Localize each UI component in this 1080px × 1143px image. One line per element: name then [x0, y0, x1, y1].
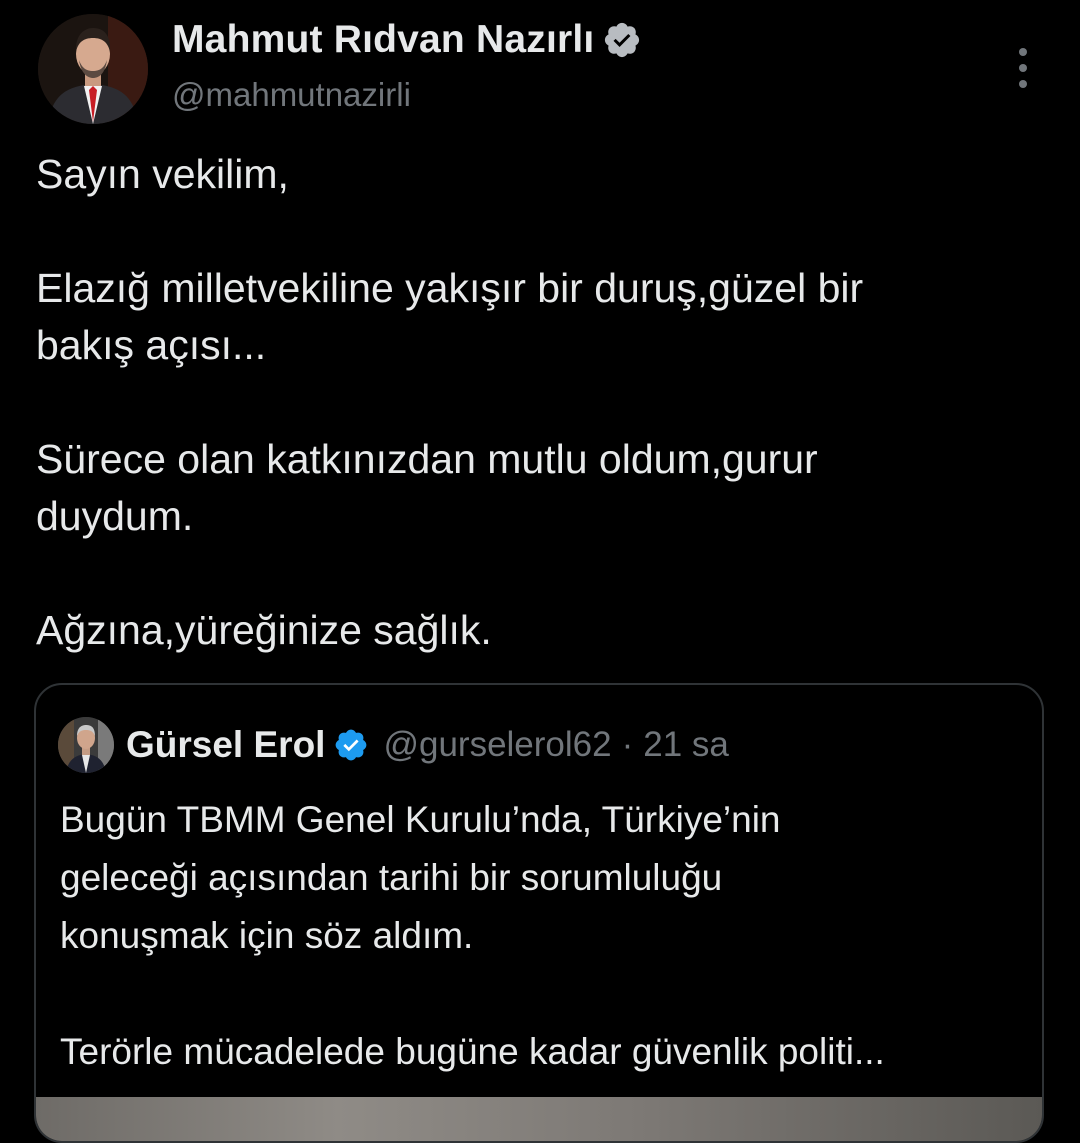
tweet-text-line: Ağzına,yüreğinize sağlık.	[36, 607, 492, 653]
tweet-text-line: Sürece olan katkınızdan mutlu oldum,guru…	[36, 436, 818, 482]
verified-badge-icon[interactable]	[333, 727, 369, 763]
author-name-row: Mahmut Rıdvan Nazırlı	[172, 16, 642, 64]
more-dot	[1019, 48, 1027, 56]
author-display-name[interactable]: Mahmut Rıdvan Nazırlı	[172, 18, 594, 62]
quoted-author-avatar[interactable]	[58, 717, 114, 773]
tweet-text-line: bakış açısı...	[36, 322, 267, 368]
separator-dot: ·	[621, 725, 634, 764]
author-handle[interactable]: @mahmutnazirli	[172, 76, 411, 114]
tweet-text-line: Elazığ milletvekiline yakışır bir duruş,…	[36, 265, 864, 311]
quoted-author-handle[interactable]: @gurselerol62	[383, 725, 611, 765]
quoted-text-line: Bugün TBMM Genel Kurulu’nda, Türkiye’nin	[60, 799, 781, 840]
profile-photo-icon	[38, 14, 148, 124]
quoted-tweet-timestamp[interactable]: 21 sa	[643, 725, 729, 765]
tweet-text: Sayın vekilim, Elazığ milletvekiline yak…	[36, 146, 1036, 659]
quoted-author-name[interactable]: Gürsel Erol	[126, 724, 325, 766]
tweet-text-line: Sayın vekilim,	[36, 151, 289, 197]
profile-photo-icon	[58, 717, 114, 773]
verified-badge-icon[interactable]	[602, 20, 642, 60]
quoted-text-line: Terörle mücadelede bugüne kadar güvenlik…	[60, 1031, 885, 1072]
author-avatar[interactable]	[38, 14, 148, 124]
quoted-tweet-text: Bugün TBMM Genel Kurulu’nda, Türkiye’nin…	[60, 791, 1030, 1081]
tweet-text-line: duydum.	[36, 493, 194, 539]
tweet: Mahmut Rıdvan Nazırlı @mahmutnazirli Say…	[0, 0, 1080, 1143]
more-dot	[1019, 80, 1027, 88]
quoted-tweet[interactable]: Gürsel Erol @gurselerol62 · 21 sa Bugün …	[34, 683, 1044, 1143]
more-options-icon[interactable]	[1008, 46, 1038, 90]
quoted-tweet-header: Gürsel Erol @gurselerol62 · 21 sa	[58, 715, 729, 775]
more-dot	[1019, 64, 1027, 72]
quoted-text-line: konuşmak için söz aldım.	[60, 915, 474, 956]
quoted-text-line: geleceği açısından tarihi bir sorumluluğ…	[60, 857, 723, 898]
quoted-tweet-media[interactable]	[36, 1097, 1042, 1141]
